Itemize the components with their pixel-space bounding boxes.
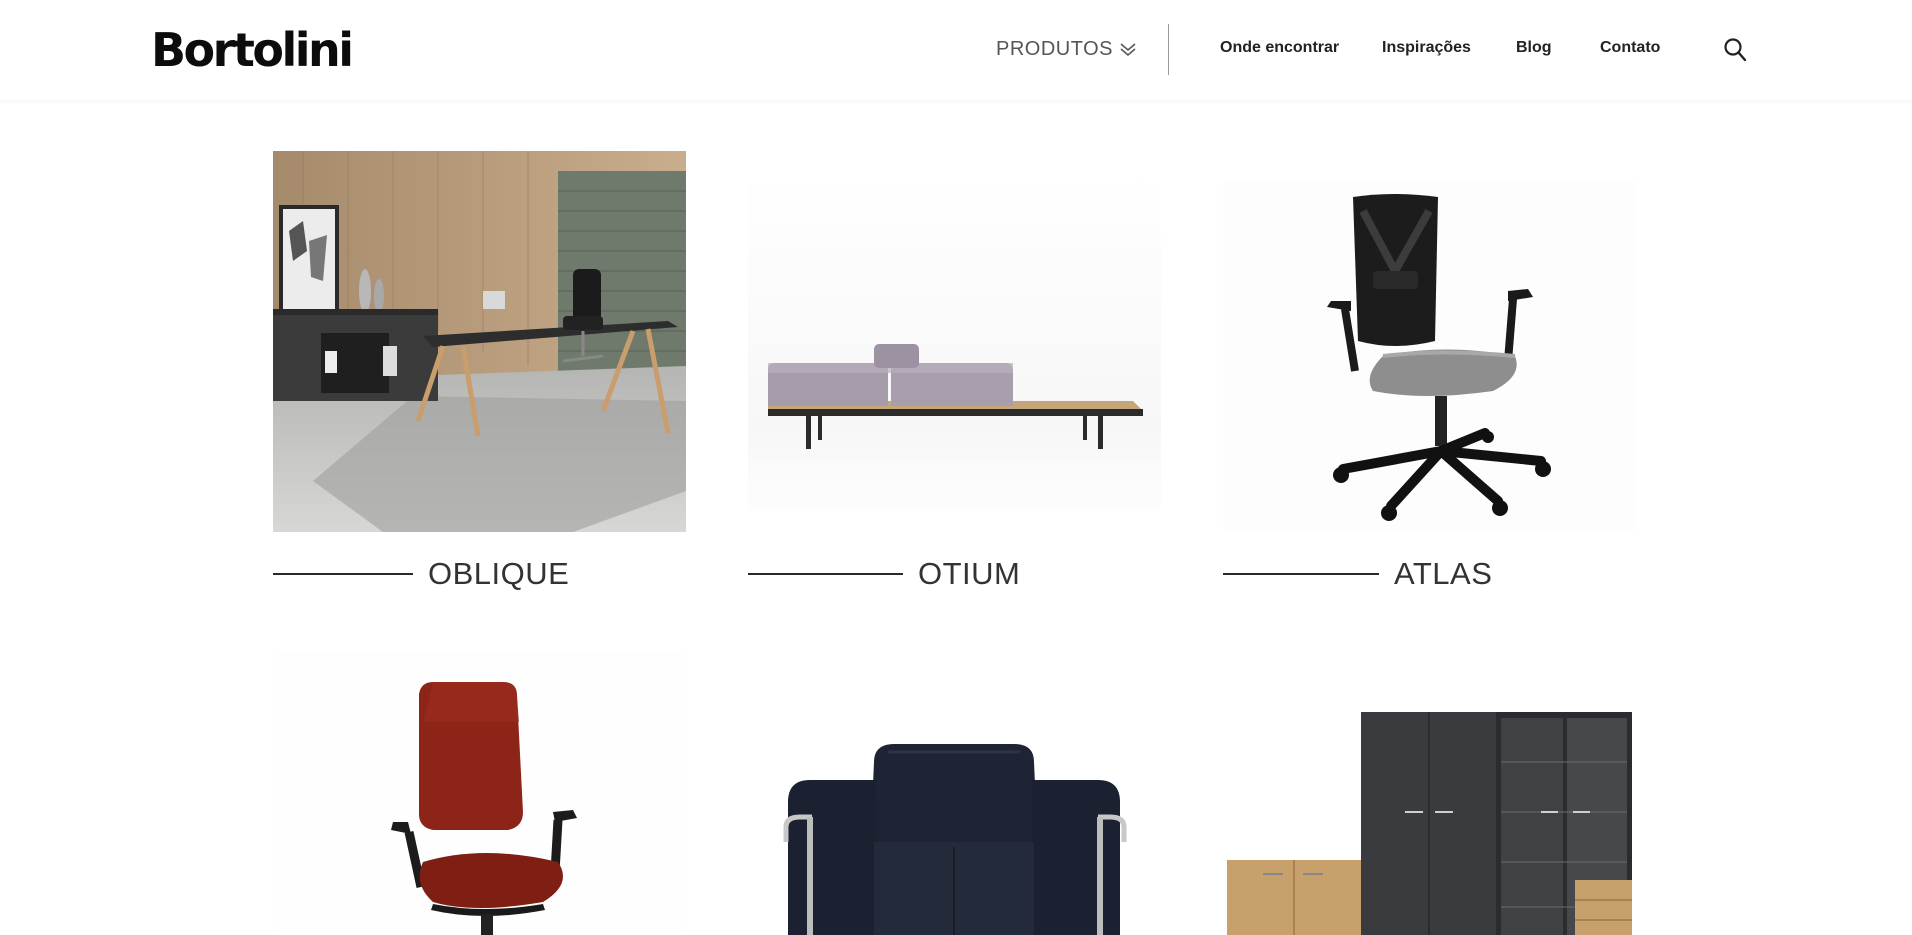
caption-line <box>748 573 903 575</box>
product-image-oblique <box>273 151 686 532</box>
product-card-task-chair[interactable] <box>273 652 686 935</box>
product-name: OTIUM <box>918 556 1021 591</box>
product-caption-atlas: ATLAS <box>1223 554 1492 594</box>
product-image-cabinets <box>1223 652 1636 935</box>
nav-onde-encontrar[interactable]: Onde encontrar <box>1220 38 1339 58</box>
nav-produtos-dropdown[interactable]: PRODUTOS <box>996 36 1137 62</box>
product-caption-oblique: OBLIQUE <box>273 554 569 594</box>
search-icon <box>1724 38 1747 62</box>
product-image-otium <box>748 151 1161 532</box>
chevron-double-down-icon <box>1120 43 1136 57</box>
nav-divider <box>1168 24 1169 75</box>
product-image-atlas <box>1223 151 1636 532</box>
search-button[interactable] <box>1723 37 1747 63</box>
logo[interactable]: Bortolini <box>151 26 354 74</box>
caption-line <box>1223 573 1379 575</box>
product-image-task-chair <box>273 652 686 935</box>
product-name: OBLIQUE <box>428 556 570 591</box>
product-name: ATLAS <box>1394 556 1493 591</box>
caption-line <box>273 573 413 575</box>
nav-produtos-label: PRODUTOS <box>996 37 1113 60</box>
nav-contato[interactable]: Contato <box>1600 38 1660 58</box>
product-card-armchair[interactable] <box>748 652 1161 935</box>
site-header: Bortolini PRODUTOS Onde encontrar Inspir… <box>0 0 1912 100</box>
product-image-armchair <box>748 652 1161 935</box>
nav-blog[interactable]: Blog <box>1516 38 1552 58</box>
product-card-cabinets[interactable] <box>1223 652 1636 935</box>
product-caption-otium: OTIUM <box>748 554 1020 594</box>
nav-inspiracoes[interactable]: Inspirações <box>1382 38 1471 58</box>
